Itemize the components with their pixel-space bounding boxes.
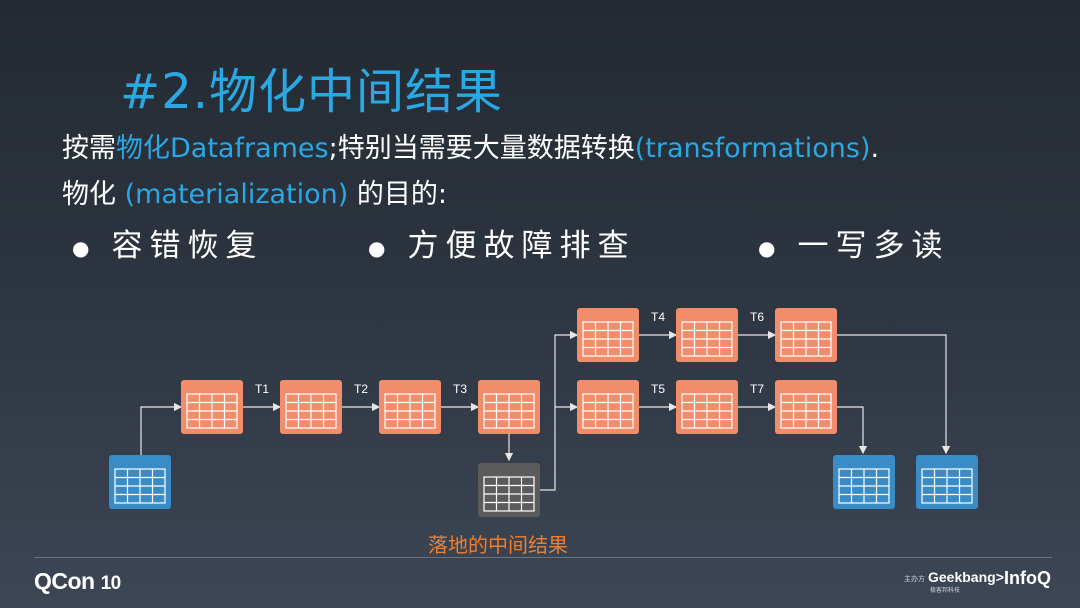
intermediate-table-icon bbox=[477, 379, 541, 435]
intermediate-table-icon bbox=[576, 379, 640, 435]
transform-label-t3: T3 bbox=[453, 382, 467, 396]
footer-divider bbox=[34, 557, 1052, 558]
arrow-source-to-t1 bbox=[140, 402, 183, 455]
intermediate-table-icon bbox=[675, 379, 739, 435]
qcon-logo: QCon 10 bbox=[34, 568, 121, 595]
transform-label-t6: T6 bbox=[750, 310, 764, 324]
sponsor-label: 主办方 bbox=[904, 575, 925, 583]
arrow-cache-branch-top bbox=[540, 330, 579, 491]
cached-result-label: 落地的中间结果 bbox=[428, 533, 568, 557]
transform-label-t7: T7 bbox=[750, 382, 764, 396]
infoq-logo: InfoQ bbox=[1004, 568, 1051, 588]
geekbang-logo: Geekbang>. bbox=[928, 569, 1008, 585]
qcon-edition: 10 bbox=[100, 573, 122, 594]
source-table-icon bbox=[108, 454, 172, 510]
transform-label-t5: T5 bbox=[651, 382, 665, 396]
cached-table-icon bbox=[477, 462, 541, 518]
intermediate-table-icon bbox=[279, 379, 343, 435]
geekbang-subtitle: 极客邦科技 bbox=[930, 587, 961, 594]
intermediate-table-icon bbox=[180, 379, 244, 435]
output-table-icon bbox=[832, 454, 896, 510]
intermediate-table-icon bbox=[378, 379, 442, 435]
arrow-to-output-2 bbox=[837, 334, 951, 455]
qcon-wordmark: QCon bbox=[34, 568, 95, 594]
transform-label-t4: T4 bbox=[651, 310, 665, 324]
output-table-icon bbox=[915, 454, 979, 510]
transform-label-t1: T1 bbox=[255, 382, 269, 396]
intermediate-table-icon bbox=[576, 307, 640, 363]
intermediate-table-icon bbox=[675, 307, 739, 363]
arrow-to-output-1 bbox=[837, 406, 868, 455]
dataflow-diagram: T1 T2 T3 T4 T5 T6 T7 bbox=[108, 307, 979, 518]
intermediate-table-icon bbox=[774, 307, 838, 363]
transform-label-t2: T2 bbox=[354, 382, 368, 396]
intermediate-table-icon bbox=[774, 379, 838, 435]
